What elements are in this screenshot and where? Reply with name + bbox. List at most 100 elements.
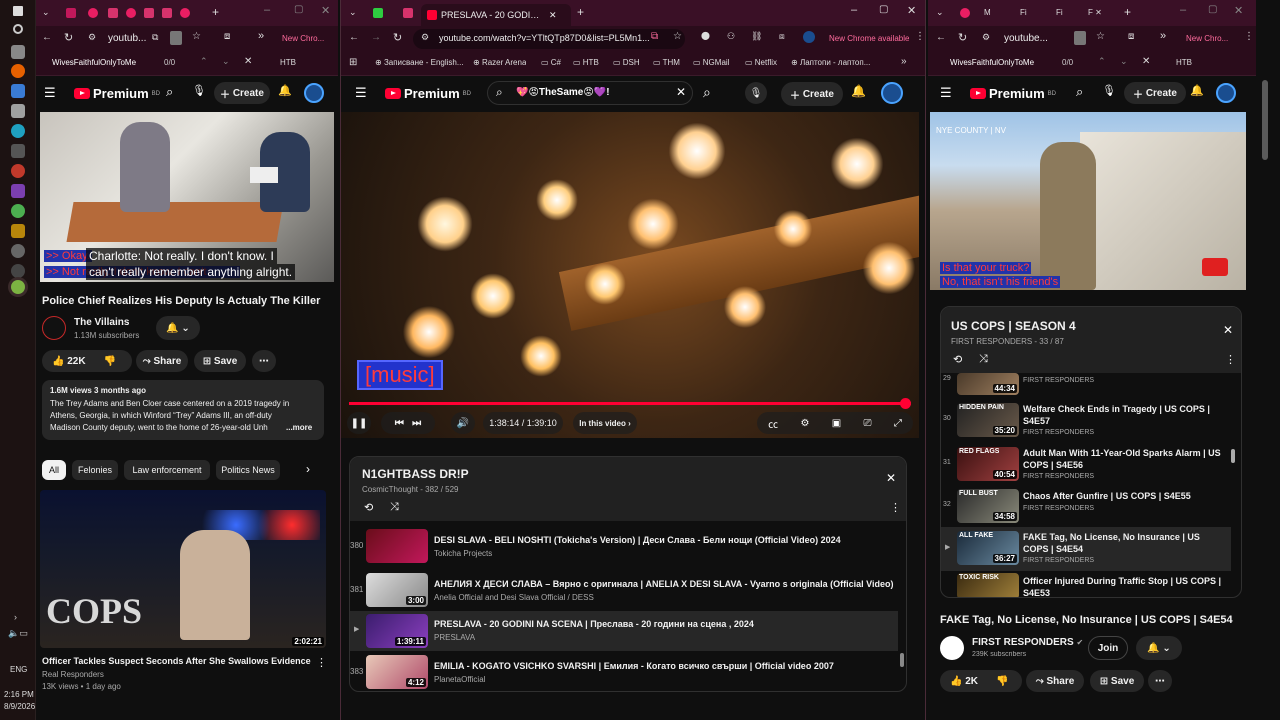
search-icon[interactable]: ⌕ [1076,84,1083,100]
avatar[interactable] [1216,83,1236,103]
new-chrome-chip[interactable]: New Chro... [1186,34,1236,43]
tab-favicon[interactable] [162,8,172,18]
playlist-scrollbar[interactable] [1231,449,1235,463]
close-window-button[interactable]: ✕ [907,4,916,17]
video-player[interactable]: NYE COUNTY | NV Is that your truck? No, … [930,112,1246,290]
onenote-icon[interactable] [11,184,25,198]
more-actions-button[interactable]: ⋯ [1148,670,1172,692]
active-tab[interactable]: PRESLAVA - 20 GODINI NA ✕ [421,4,571,26]
app-icon[interactable] [11,104,25,118]
save-button[interactable]: ⊞ Save [1090,670,1144,692]
minimize-button[interactable]: – [1180,4,1186,16]
tab-item[interactable]: F ✕ [1088,8,1102,17]
share-button[interactable]: ⤳ Share [136,350,188,372]
clock-date[interactable]: 8/9/2026 [4,702,35,711]
reload-icon[interactable]: ↻ [958,31,967,44]
tab-favicon[interactable] [108,8,118,18]
find-prev-icon[interactable]: ⌃ [1098,56,1106,67]
find-input[interactable]: WivesFaithfulOnlyToMe [52,58,162,67]
chip-politics-news[interactable]: Politics News [216,460,280,480]
playlist-more-icon[interactable]: ⋮ [890,501,901,514]
app-icon[interactable] [11,224,25,238]
miniplayer-icon[interactable]: ▣ [832,418,841,429]
in-this-video-button[interactable]: In this video › [573,412,637,434]
new-tab-button[interactable]: + [212,5,219,19]
back-icon[interactable]: ← [936,32,946,43]
close-window-button[interactable]: ✕ [321,4,330,17]
loop-icon[interactable]: ⟲ [953,353,962,366]
avatar[interactable] [881,82,903,104]
loop-icon[interactable]: ⟲ [364,501,373,514]
like-button[interactable]: 👍 22K 👎 [42,350,132,372]
bookmark-item[interactable]: ▭ THM [653,58,680,67]
shuffle-icon[interactable]: ⤨ [979,353,988,366]
playlist-scrollbar[interactable] [900,653,904,667]
yt-logo[interactable]: Premium BD [74,86,160,101]
subscribed-button[interactable]: 🔔 ⌄ [1136,636,1182,660]
bookmark-item[interactable]: ▭ NGMail [693,58,729,67]
notifications-icon[interactable]: 🔔 [278,84,292,97]
site-info-icon[interactable]: ⚙ [982,32,990,43]
avatar[interactable] [304,83,324,103]
playlist-close-icon[interactable]: ✕ [886,471,896,485]
find-close-icon[interactable]: ✕ [1142,56,1150,67]
back-icon[interactable]: ← [349,32,359,43]
rec-more-icon[interactable]: ⋮ [316,656,327,669]
tab-favicon[interactable] [960,8,970,18]
apps-icon[interactable]: ⊞ [349,57,357,68]
new-chrome-chip[interactable]: New Chrome available [829,34,909,43]
more-link[interactable]: ...more [286,423,312,432]
playlist-row-current[interactable]: ▶ 1:39:11 PRESLAVA - 20 GODINI NA SCENA … [350,611,898,651]
create-button[interactable]: ＋ Create [1124,82,1186,104]
clear-search-icon[interactable]: ✕ [676,85,686,99]
channel-avatar[interactable] [42,316,66,340]
close-window-button[interactable]: ✕ [1234,4,1243,17]
yt-logo[interactable]: Premium BD [970,86,1056,101]
extensions-icon[interactable]: ⧈ [224,31,230,42]
back-icon[interactable]: ← [42,32,52,43]
bookmark-item[interactable]: ⊕ Записване - English... [375,58,464,67]
cast-icon[interactable]: ⎚ [864,418,872,429]
tab-favicon[interactable] [88,8,98,18]
chip-felonies[interactable]: Felonies [72,460,118,480]
maximize-button[interactable]: ▢ [294,4,303,15]
firefox-icon[interactable] [11,64,25,78]
mic-icon[interactable]: 🎙 [745,82,767,104]
like-button[interactable]: 👍 2K 👎 [940,670,1022,692]
new-tab-button[interactable]: + [577,5,584,19]
new-chrome-chip[interactable]: New Chro... [282,34,324,43]
right-scrollbar[interactable] [1262,80,1268,160]
video-player[interactable]: >> Okay. >> Not really. I don't know. I … [40,112,334,282]
playlist-title[interactable]: N1GHTBASS DR!P [362,467,469,481]
menu-kebab-icon[interactable]: ⋮ [915,31,925,42]
bookmark-htb[interactable]: HTB [1176,58,1192,67]
notifications-icon[interactable]: 🔔 [1190,84,1204,97]
chrome-icon[interactable] [11,204,25,218]
menu-icon[interactable]: ☰ [940,85,952,101]
create-button[interactable]: ＋ Create [781,82,843,106]
more-actions-button[interactable]: ⋯ [252,350,276,372]
app-icon[interactable] [11,264,25,278]
bookmark-star-icon[interactable]: ☆ [673,31,682,42]
tab-favicon[interactable] [180,8,190,18]
app-icon[interactable] [11,84,25,98]
find-close-icon[interactable]: ✕ [244,56,252,67]
prev-button[interactable]: ⏮ ⏭ [381,412,435,434]
join-button[interactable]: Join [1088,636,1128,660]
bookmark-item[interactable]: ▭ DSH [613,58,640,67]
edge-icon[interactable] [11,124,25,138]
playlist-more-icon[interactable]: ⋮ [1225,353,1236,366]
subscribed-button[interactable]: 🔔 ⌄ [156,316,200,340]
tab-close-icon[interactable]: ✕ [549,10,557,21]
search-icon[interactable] [13,24,23,34]
tab-favicon[interactable] [403,8,413,18]
playlist-row[interactable]: 29 44:34 FIRST RESPONDERS [941,373,1231,395]
bookmark-item[interactable]: ▭ HTB [573,58,599,67]
tab-search-icon[interactable] [170,31,182,45]
reload-icon[interactable]: ↻ [64,31,73,44]
bookmark-star-icon[interactable]: ☆ [1096,31,1105,42]
settings-icon[interactable]: ⚙ [800,418,809,429]
playlist-title[interactable]: US COPS | SEASON 4 [951,319,1076,333]
captions-icon[interactable]: ㏄ [768,416,778,431]
new-tab-button[interactable]: + [1124,5,1131,19]
